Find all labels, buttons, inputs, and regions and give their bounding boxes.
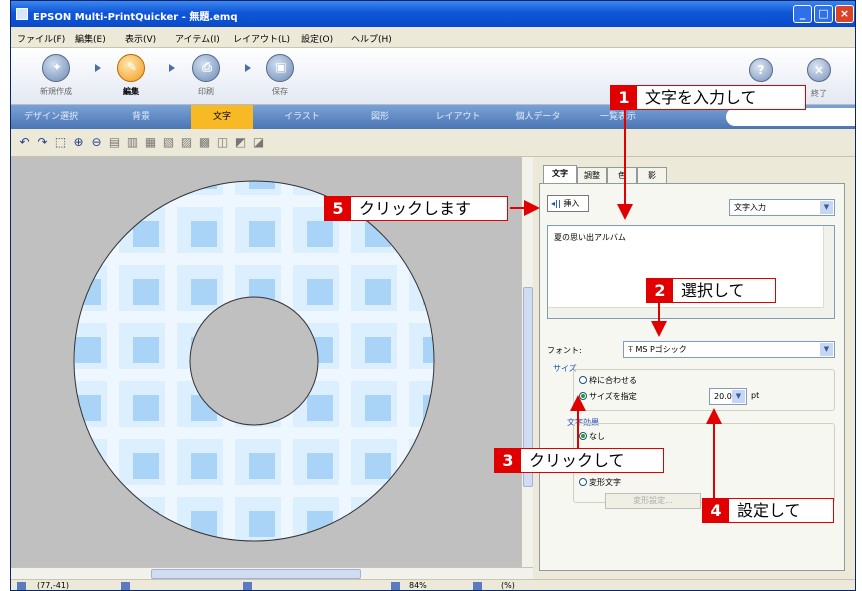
callout-step-4: 4 設定して: [702, 498, 834, 523]
callout-step-5: 5 クリックします: [324, 196, 508, 221]
callout-step-3: 3 クリックして: [494, 448, 664, 473]
callout-step-1: 1 文字を入力して: [610, 85, 806, 110]
callout-step-2: 2 選択して: [646, 278, 776, 303]
